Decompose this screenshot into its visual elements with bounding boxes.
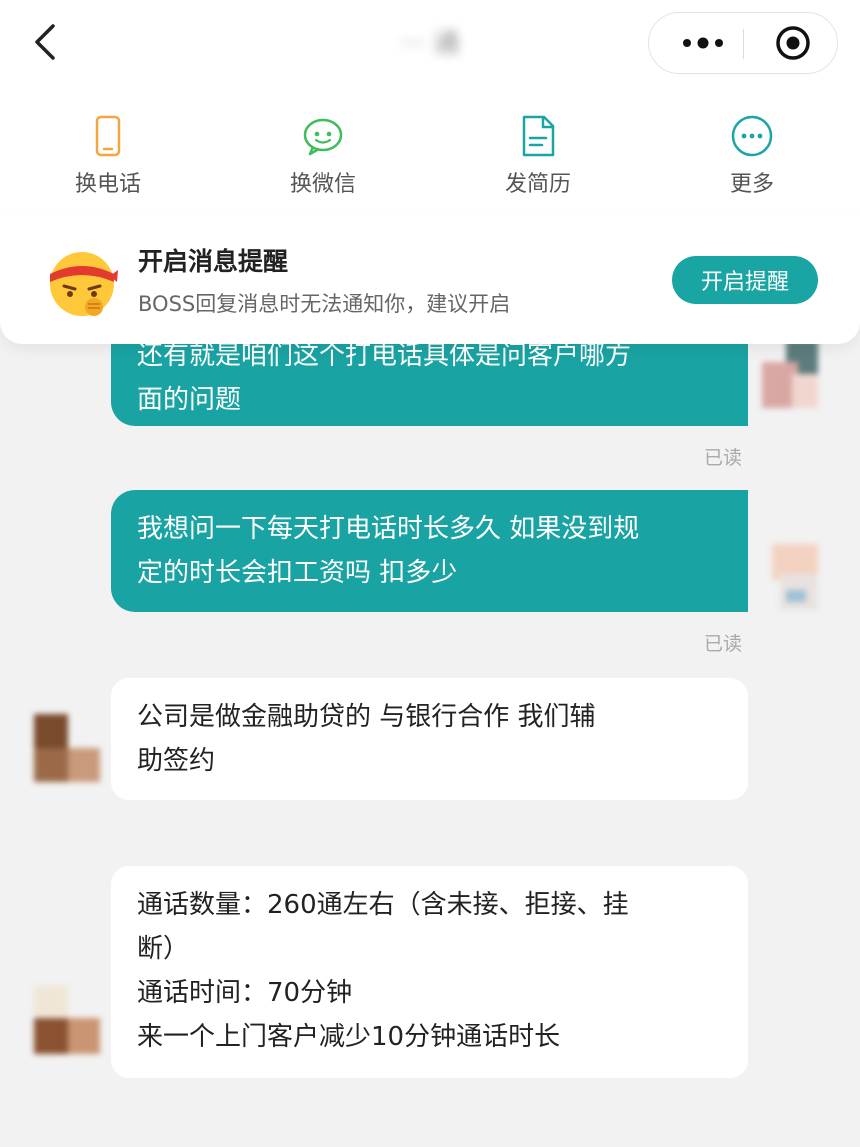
nav-header: ··· 通 [0,0,860,96]
action-label: 换电话 [74,172,141,197]
incoming-message-bubble[interactable]: 通话数量：260通左右（含未接、拒接、挂 断） 通话时间：70分钟 来一个上门客… [111,866,748,1078]
self-avatar [762,340,818,408]
chat-actions-bar: 换电话 换微信 发简历 更多 [0,96,860,215]
close-program-button[interactable] [757,13,829,73]
notification-reminder-banner: 开启消息提醒 BOSS回复消息时无法通知你，建议开启 开启提醒 [0,214,860,344]
message-line: 通话时间：70分钟 [137,978,353,1008]
message-line: 公司是做金融助贷的 与银行合作 我们辅 [137,702,596,732]
capsule-divider [743,29,744,59]
more-icon [731,115,773,157]
determined-emoji-icon [50,252,118,316]
wechat-icon [303,118,343,156]
message-line: 断） [137,934,190,964]
read-status: 已读 [704,447,743,469]
contact-avatar [34,986,100,1054]
more-menu-button[interactable] [663,13,743,73]
notice-title: 开启消息提醒 [138,247,289,276]
action-more[interactable]: 更多 [672,114,832,204]
self-avatar [772,544,818,610]
outgoing-message-bubble[interactable]: 我想问一下每天打电话时长多久 如果没到规 定的时长会扣工资吗 扣多少 [111,490,748,612]
incoming-message-bubble[interactable]: 公司是做金融助贷的 与银行合作 我们辅 助签约 [111,678,748,800]
action-change-phone[interactable]: 换电话 [28,114,188,204]
contact-avatar [34,714,100,782]
mini-program-capsule [648,12,838,74]
back-button[interactable] [22,18,70,66]
more-dots-icon [683,37,723,49]
read-status: 已读 [704,633,743,655]
action-change-wechat[interactable]: 换微信 [243,114,403,204]
resume-icon [522,115,555,157]
action-label: 换微信 [289,172,356,197]
message-line: 我想问一下每天打电话时长多久 如果没到规 [137,514,640,544]
message-line: 定的时长会扣工资吗 扣多少 [137,558,458,588]
action-label: 更多 [729,172,774,197]
phone-icon [95,115,121,157]
action-send-resume[interactable]: 发简历 [458,114,618,204]
chevron-left-icon [35,24,55,60]
message-line: 通话数量：260通左右（含未接、拒接、挂 [137,890,629,920]
message-line: 面的问题 [137,385,242,415]
target-icon [776,26,810,60]
page-title: ··· 通 [400,29,460,59]
message-line: 助签约 [137,746,216,776]
action-label: 发简历 [504,172,571,197]
enable-reminder-button[interactable]: 开启提醒 [672,256,818,304]
notice-description: BOSS回复消息时无法通知你，建议开启 [138,292,511,316]
message-line: 来一个上门客户减少10分钟通话时长 [137,1022,561,1052]
